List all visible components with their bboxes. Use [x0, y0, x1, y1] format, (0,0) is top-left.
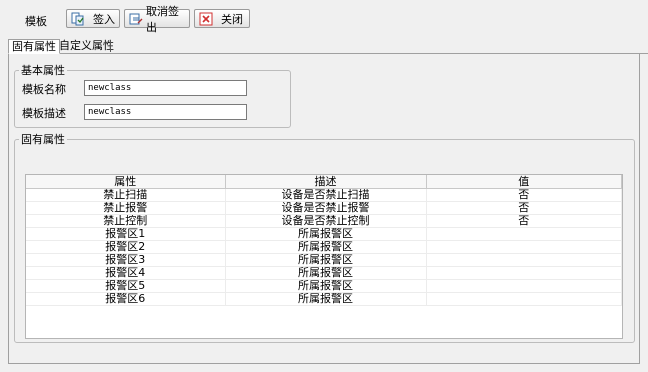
- description-cell: 设备是否禁止扫描: [225, 188, 427, 202]
- table-row[interactable]: 禁止报警 设备是否禁止报警 否: [26, 201, 622, 215]
- table-row[interactable]: 报警区2 所属报警区: [26, 240, 622, 254]
- checkin-icon: [71, 12, 85, 26]
- template-desc-label: 模板描述: [22, 107, 66, 120]
- description-cell: 所属报警区: [225, 292, 427, 306]
- description-cell: 所属报警区: [225, 266, 427, 280]
- description-cell: 设备是否禁止控制: [225, 214, 427, 228]
- table-row[interactable]: 报警区3 所属报警区: [26, 253, 622, 267]
- close-icon: [199, 12, 213, 26]
- close-label: 关闭: [221, 12, 243, 26]
- undo-checkout-icon: [129, 12, 143, 26]
- description-cell: 所属报警区: [225, 227, 427, 241]
- table-row[interactable]: 报警区5 所属报警区: [26, 279, 622, 293]
- table-row[interactable]: 禁止控制 设备是否禁止控制 否: [26, 214, 622, 228]
- tab-builtin-properties[interactable]: 固有属性: [8, 39, 60, 54]
- property-cell: 禁止扫描: [26, 188, 226, 202]
- property-cell: 报警区1: [26, 227, 226, 241]
- table-row[interactable]: 报警区4 所属报警区: [26, 266, 622, 280]
- value-cell[interactable]: [426, 240, 622, 254]
- template-desc-input[interactable]: newclass: [84, 104, 247, 120]
- value-cell[interactable]: 否: [426, 214, 622, 228]
- property-cell: 报警区2: [26, 240, 226, 254]
- column-header-value[interactable]: 值: [426, 175, 622, 189]
- close-button[interactable]: 关闭: [194, 9, 250, 28]
- checkin-label: 签入: [93, 12, 115, 26]
- checkin-button[interactable]: 签入: [66, 9, 120, 28]
- property-cell: 禁止报警: [26, 201, 226, 215]
- property-cell: 禁止控制: [26, 214, 226, 228]
- template-name-label: 模板名称: [22, 83, 66, 96]
- tab-custom-properties[interactable]: 自定义属性: [56, 39, 117, 54]
- value-cell[interactable]: [426, 266, 622, 280]
- table-row[interactable]: 报警区6 所属报警区: [26, 292, 622, 306]
- value-cell[interactable]: [426, 292, 622, 306]
- description-cell: 设备是否禁止报警: [225, 201, 427, 215]
- value-cell[interactable]: 否: [426, 188, 622, 202]
- basic-properties-legend: 基本属性: [21, 64, 65, 77]
- undo-checkout-button[interactable]: 取消签出: [124, 5, 190, 34]
- description-cell: 所属报警区: [225, 240, 427, 254]
- property-cell: 报警区6: [26, 292, 226, 306]
- property-cell: 报警区3: [26, 253, 226, 267]
- table-row[interactable]: 报警区1 所属报警区: [26, 227, 622, 241]
- column-header-description[interactable]: 描述: [225, 175, 427, 189]
- table-row[interactable]: 禁止扫描 设备是否禁止扫描 否: [26, 188, 622, 202]
- property-cell: 报警区4: [26, 266, 226, 280]
- property-cell: 报警区5: [26, 279, 226, 293]
- properties-grid[interactable]: 属性 描述 值 禁止扫描 设备是否禁止扫描 否 禁止报警 设备是否禁止报警 否 …: [25, 174, 623, 339]
- description-cell: 所属报警区: [225, 253, 427, 267]
- column-header-property[interactable]: 属性: [26, 175, 226, 189]
- builtin-properties-legend: 固有属性: [21, 133, 65, 146]
- description-cell: 所属报警区: [225, 279, 427, 293]
- template-name-input[interactable]: newclass: [84, 80, 247, 96]
- grid-header-row: 属性 描述 值: [26, 175, 622, 189]
- value-cell[interactable]: 否: [426, 201, 622, 215]
- undo-checkout-label: 取消签出: [146, 4, 179, 34]
- value-cell[interactable]: [426, 279, 622, 293]
- value-cell[interactable]: [426, 227, 622, 241]
- toolbar-title: 模板: [25, 15, 47, 28]
- value-cell[interactable]: [426, 253, 622, 267]
- tab-separator: [110, 40, 111, 52]
